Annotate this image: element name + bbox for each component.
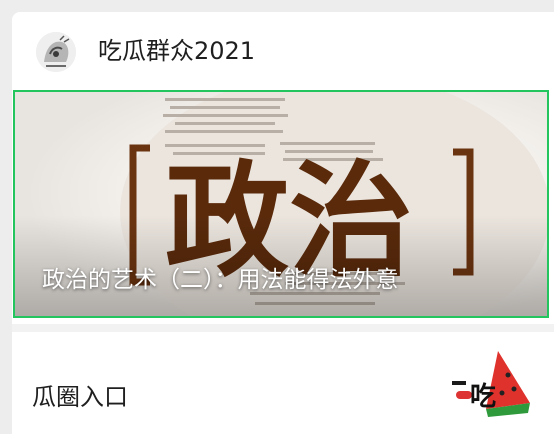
entry-label[interactable]: 瓜圈入口 [32,382,128,412]
thumb-char: 吃 [470,382,496,412]
section-divider [12,324,554,332]
ink-cartoon-avatar-icon[interactable] [36,32,76,72]
article-banner[interactable]: 政治 政治的艺术（二）：用法能得法外意 [13,90,549,318]
account-name[interactable]: 吃瓜群众2021 [98,36,255,66]
article-card: 吃瓜群众2021 政治的艺术（二）：用法能得法外意 瓜圈入口 吃 [12,12,554,434]
watermelon-chigua-logo-icon[interactable]: 吃 [448,343,532,427]
article-title[interactable]: 政治的艺术（二）：用法能得法外意 [42,266,399,294]
account-header[interactable]: 吃瓜群众2021 [12,12,554,90]
melon-circle-entry[interactable]: 瓜圈入口 吃 [12,332,554,434]
